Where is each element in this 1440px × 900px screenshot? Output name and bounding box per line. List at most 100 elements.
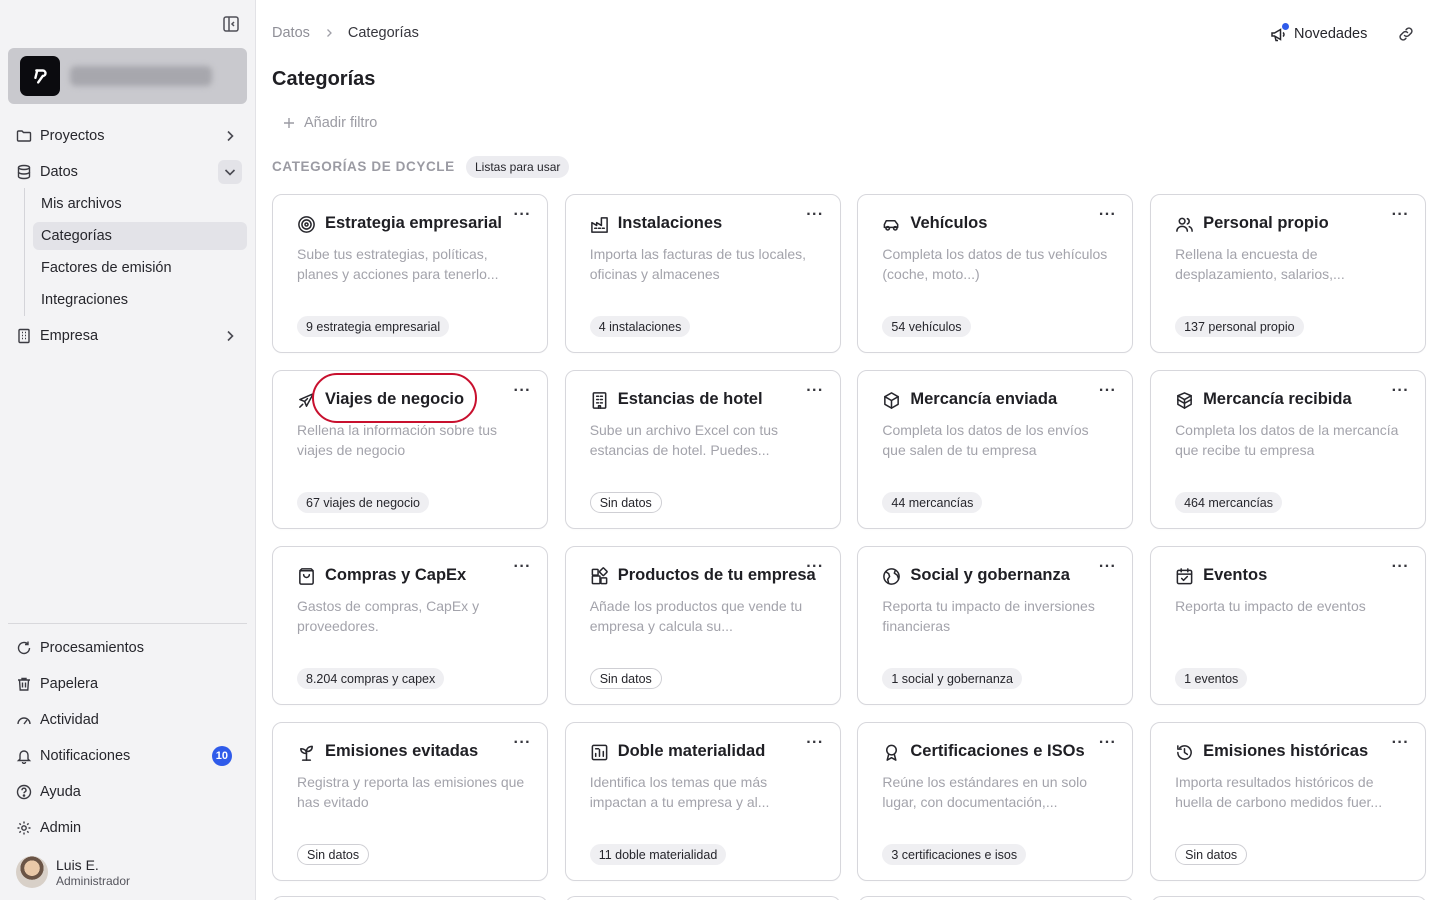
more-options-icon[interactable]: ··· <box>1392 207 1409 223</box>
category-card[interactable]: Emisiones evitadas ··· Registra y reporta … <box>272 722 548 881</box>
sidebar-subitem-factores-emision[interactable]: Factores de emisión <box>33 254 247 282</box>
card-description: Importa resultados históricos de huella … <box>1175 774 1383 810</box>
category-card[interactable]: Eventos ··· Reporta tu impacto de eventos 1… <box>1150 546 1427 705</box>
card-description: Completa los datos de tus vehículos (coc… <box>882 246 1108 282</box>
page-title: Categorías <box>272 68 376 90</box>
user-profile[interactable]: Luis E. Administrador <box>16 856 246 892</box>
hotel-icon <box>590 391 609 410</box>
add-filter-button[interactable]: Añadir filtro <box>283 115 377 131</box>
globe-icon <box>882 567 901 586</box>
category-card[interactable]: Social y gobernanza ··· Reporta tu impacto… <box>857 546 1134 705</box>
card-title: Vehículos <box>910 214 988 232</box>
gear-icon <box>16 820 32 836</box>
section-title: CATEGORÍAS DE DCYCLE <box>272 159 455 174</box>
sidebar-toggle-icon[interactable] <box>222 15 240 33</box>
category-card[interactable]: Instalaciones ··· Importa las facturas de … <box>564 194 841 353</box>
card-title: Emisiones históricas <box>1203 742 1369 760</box>
section-tag: Listas para usar <box>466 156 570 178</box>
help-icon <box>16 784 32 800</box>
sidebar-item-label: Empresa <box>40 328 99 344</box>
card-title: Mercancía recibida <box>1203 390 1352 408</box>
car-icon <box>882 215 901 234</box>
more-options-icon[interactable]: ··· <box>806 735 823 751</box>
chevron-down-icon[interactable] <box>222 164 238 180</box>
card-count-badge: 9 estrategia empresarial <box>297 316 450 337</box>
sidebar-subitem-integraciones[interactable]: Integraciones <box>33 286 247 314</box>
organization-switcher[interactable] <box>8 48 247 104</box>
card-description: Reporta tu impacto de inversiones financ… <box>882 598 1095 634</box>
card-title: Compras y CapEx <box>325 566 467 584</box>
more-options-icon[interactable]: ··· <box>1099 207 1116 223</box>
more-options-icon[interactable]: ··· <box>1099 735 1116 751</box>
card-count-badge: 1 eventos <box>1175 668 1248 689</box>
card-count-badge: 44 mercancías <box>882 492 983 513</box>
category-card[interactable]: Doble materialidad ··· Identifica los tema… <box>564 722 841 881</box>
building-icon <box>16 328 32 344</box>
category-card[interactable]: Personal propio ··· Rellena la encuesta de… <box>1150 194 1427 353</box>
card-description: Añade los productos que vende tu empresa… <box>589 598 803 634</box>
package-icon <box>882 391 901 410</box>
card-count-badge: 54 vehículos <box>882 316 971 337</box>
more-options-icon[interactable]: ··· <box>514 735 531 751</box>
sidebar-item-datos[interactable]: Datos <box>16 158 246 186</box>
sidebar-item-notificaciones[interactable]: Notificaciones 10 <box>16 742 246 770</box>
more-options-icon[interactable]: ··· <box>1392 559 1409 575</box>
card-title: Certificaciones e ISOs <box>910 742 1085 760</box>
sidebar: Proyectos Datos Mis archivos Categorías … <box>0 0 256 900</box>
organization-name-blurred <box>70 66 212 86</box>
sidebar-item-label: Admin <box>40 820 82 836</box>
sidebar-item-label: Procesamientos <box>40 640 144 656</box>
category-card[interactable]: Mercancía recibida ··· Completa los datos … <box>1150 370 1427 529</box>
sidebar-item-label: Notificaciones <box>40 748 131 764</box>
more-options-icon[interactable]: ··· <box>514 559 531 575</box>
user-name: Luis E. <box>56 857 99 873</box>
novedades-button[interactable]: Novedades <box>1270 22 1367 44</box>
package-open-icon <box>1175 391 1194 410</box>
category-card[interactable]: Certificaciones e ISOs ··· Reúne los están… <box>857 722 1134 881</box>
sidebar-subitem-categorias[interactable]: Categorías <box>33 222 247 250</box>
card-description: Gastos de compras, CapEx y proveedores. <box>297 598 480 634</box>
category-card[interactable]: Vehículos ··· Completa los datos de tus ve… <box>857 194 1134 353</box>
chevron-right-icon[interactable] <box>222 128 238 144</box>
card-count-badge: Sin datos <box>1175 844 1248 865</box>
sidebar-item-ayuda[interactable]: Ayuda <box>16 778 246 806</box>
sidebar-item-label: Datos <box>40 164 78 180</box>
card-title: Social y gobernanza <box>910 566 1070 584</box>
breadcrumb-current: Categorías <box>347 25 419 41</box>
chevron-right-icon[interactable] <box>222 328 238 344</box>
more-options-icon[interactable]: ··· <box>514 383 531 399</box>
award-icon <box>882 743 901 762</box>
category-card[interactable]: Estrategia empresarial ··· Sube tus estrat… <box>272 194 548 353</box>
category-card[interactable]: Productos de tu empresa ··· Añade los prod… <box>564 546 841 705</box>
more-options-icon[interactable]: ··· <box>1099 383 1116 399</box>
sidebar-subitem-mis-archivos[interactable]: Mis archivos <box>33 190 247 218</box>
more-options-icon[interactable]: ··· <box>1392 735 1409 751</box>
calendar-icon <box>1175 567 1194 586</box>
sidebar-item-admin[interactable]: Admin <box>16 814 246 842</box>
more-options-icon[interactable]: ··· <box>514 207 531 223</box>
card-count-badge: Sin datos <box>589 668 662 689</box>
bell-icon <box>16 748 32 764</box>
breadcrumb-parent-link[interactable]: Datos <box>272 25 310 41</box>
category-card[interactable]: Emisiones históricas ··· Importa resultado… <box>1150 722 1427 881</box>
category-card[interactable]: Viajes de negocio ··· Rellena la informaci… <box>272 370 548 529</box>
sidebar-item-papelera[interactable]: Papelera <box>16 670 246 698</box>
more-options-icon[interactable]: ··· <box>1392 383 1409 399</box>
category-card[interactable]: Mercancía enviada ··· Completa los datos d… <box>857 370 1134 529</box>
more-options-icon[interactable]: ··· <box>806 383 823 399</box>
more-options-icon[interactable]: ··· <box>806 207 823 223</box>
sidebar-item-label: Actividad <box>40 712 99 728</box>
sidebar-item-proyectos[interactable]: Proyectos <box>16 122 246 150</box>
more-options-icon[interactable]: ··· <box>1099 559 1116 575</box>
link-icon[interactable] <box>1397 25 1415 43</box>
sidebar-item-procesamientos[interactable]: Procesamientos <box>16 634 246 662</box>
add-filter-label: Añadir filtro <box>304 115 378 131</box>
more-options-icon[interactable]: ··· <box>806 559 823 575</box>
category-card[interactable]: Compras y CapEx ··· Gastos de compras, Cap… <box>272 546 548 705</box>
card-title: Emisiones evitadas <box>325 742 479 760</box>
category-card[interactable]: Estancias de hotel ··· Sube un archivo Exc… <box>564 370 841 529</box>
sidebar-item-empresa[interactable]: Empresa <box>16 322 246 350</box>
sidebar-item-actividad[interactable]: Actividad <box>16 706 246 734</box>
category-grid: Estrategia empresarial ··· Sube tus estrat… <box>272 194 1427 881</box>
breadcrumb: Datos Categorías <box>272 25 419 41</box>
